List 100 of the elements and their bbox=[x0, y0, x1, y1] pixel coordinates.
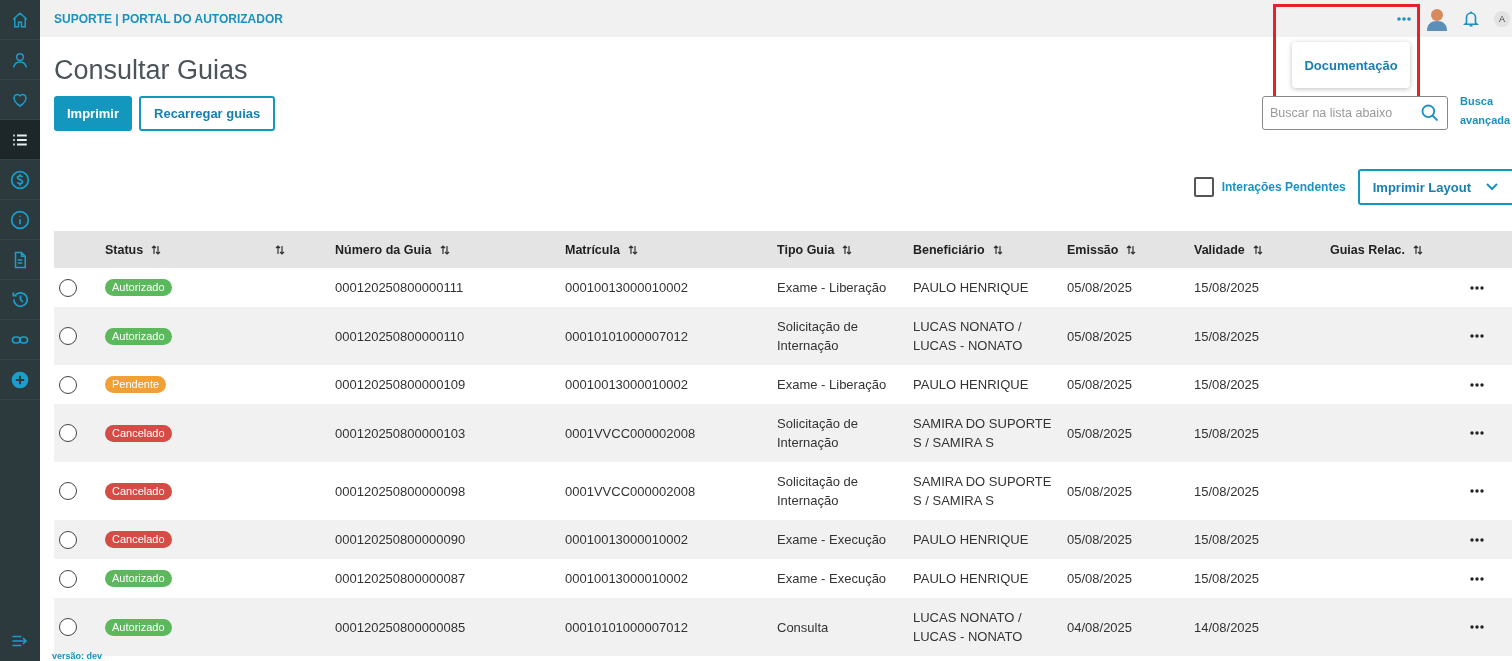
sort-icon[interactable] bbox=[151, 244, 162, 255]
more-icon[interactable] bbox=[1470, 382, 1484, 387]
chevron-down-icon bbox=[1485, 182, 1499, 192]
add-icon bbox=[10, 369, 30, 390]
table-cell-text: PAULO HENRIQUE bbox=[913, 570, 1029, 588]
table-cell-text: 05/08/2025 bbox=[1067, 482, 1133, 501]
column-header[interactable]: Guias Relac. bbox=[1330, 242, 1406, 257]
column-header[interactable]: Emissão bbox=[1067, 242, 1119, 257]
sort-icon[interactable] bbox=[1252, 244, 1263, 255]
table-cell-text: Exame - Liberação bbox=[777, 279, 887, 297]
table-cell-text: Exame - Execução bbox=[777, 531, 887, 549]
status-badge: Autorizado bbox=[105, 570, 172, 587]
table-cell-text: PAULO HENRIQUE bbox=[913, 531, 1029, 549]
more-icon[interactable] bbox=[1470, 489, 1484, 493]
sort-icon[interactable] bbox=[439, 244, 450, 255]
column-header[interactable]: Número da Guia bbox=[335, 242, 432, 257]
table-cell-text: LUCAS NONATO / LUCAS - NONATO bbox=[913, 609, 1024, 646]
sort-icon[interactable] bbox=[275, 244, 285, 255]
sidebar-item[interactable] bbox=[0, 120, 40, 160]
table-cell-text: 05/08/2025 bbox=[1067, 570, 1133, 588]
radio-button[interactable] bbox=[59, 424, 77, 442]
column-header[interactable]: Tipo Guia bbox=[777, 242, 835, 257]
status-badge: Cancelado bbox=[105, 531, 172, 548]
table-cell-text: 15/08/2025 bbox=[1194, 424, 1260, 443]
search-field[interactable]: Buscar na lista abaixo bbox=[1262, 96, 1448, 130]
column-header[interactable]: Matrícula bbox=[565, 242, 620, 257]
table-cell-text: 05/08/2025 bbox=[1067, 327, 1133, 346]
status-badge: Autorizado bbox=[105, 327, 172, 345]
table-cell-text: 000120250800000110 bbox=[335, 327, 465, 346]
table-cell-text: 04/08/2025 bbox=[1067, 618, 1133, 637]
table-cell-text: LUCAS NONATO / LUCAS - NONATO bbox=[913, 318, 1024, 355]
table-cell-text: 05/08/2025 bbox=[1067, 424, 1133, 443]
column-header[interactable]: Beneficiário bbox=[913, 242, 985, 257]
status-badge: Cancelado bbox=[105, 482, 172, 500]
table-cell-text: 000120250800000103 bbox=[335, 424, 466, 443]
table-cell-text: SAMIRA DO SUPORTE S / SAMIRA S bbox=[913, 415, 1053, 452]
table-cell-text: 000120250800000111 bbox=[335, 279, 464, 297]
more-icon[interactable] bbox=[1470, 431, 1484, 435]
table-cell-text: 00010101000007012 bbox=[565, 327, 688, 346]
user-avatar[interactable]: A bbox=[1494, 10, 1510, 27]
sort-icon[interactable] bbox=[1413, 244, 1424, 255]
dollar-icon bbox=[10, 169, 30, 190]
table-cell-text: 000120250800000090 bbox=[335, 531, 466, 549]
table-cell-text: 15/08/2025 bbox=[1194, 376, 1260, 394]
status-badge: Autorizado bbox=[105, 279, 172, 296]
menu-item[interactable]: Documentação bbox=[1304, 57, 1398, 73]
sort-icon[interactable] bbox=[627, 244, 638, 255]
radio-button[interactable] bbox=[59, 278, 77, 297]
more-icon[interactable] bbox=[1470, 334, 1484, 338]
more-icon[interactable] bbox=[1470, 285, 1484, 290]
advanced-search-link[interactable]: Busca avançada bbox=[1460, 92, 1512, 130]
radio-button[interactable] bbox=[59, 569, 77, 588]
radio-button[interactable] bbox=[59, 618, 77, 636]
table-cell-text: 15/08/2025 bbox=[1194, 531, 1260, 549]
checkbox-label[interactable]: Interações Pendentes bbox=[1221, 180, 1346, 194]
info-icon bbox=[10, 209, 30, 230]
table-cell-text: 05/08/2025 bbox=[1067, 376, 1133, 394]
table-cell-text: Solicitação de Internação bbox=[777, 415, 859, 452]
table-cell-text: 15/08/2025 bbox=[1194, 279, 1260, 297]
radio-button[interactable] bbox=[59, 482, 77, 500]
status-badge: Autorizado bbox=[105, 618, 172, 636]
table-cell-text: SAMIRA DO SUPORTE S / SAMIRA S bbox=[913, 473, 1053, 510]
table-cell-text: Solicitação de Internação bbox=[777, 318, 859, 355]
checkbox[interactable] bbox=[1193, 177, 1214, 197]
table-cell-text: PAULO HENRIQUE bbox=[913, 279, 1029, 297]
table-cell-text: PAULO HENRIQUE bbox=[913, 376, 1029, 394]
more-icon[interactable] bbox=[1470, 576, 1484, 581]
sort-icon[interactable] bbox=[992, 244, 1003, 255]
sort-icon[interactable] bbox=[842, 244, 853, 255]
sort-icon[interactable] bbox=[1126, 244, 1137, 255]
radio-button[interactable] bbox=[59, 375, 77, 394]
radio-button[interactable] bbox=[59, 530, 77, 549]
more-icon[interactable] bbox=[1470, 537, 1484, 542]
table-cell-text: Exame - Execução bbox=[777, 570, 887, 588]
reload-button[interactable]: Recarregar guias bbox=[139, 96, 276, 131]
layout-dropdown[interactable]: Imprimir Layout bbox=[1357, 169, 1512, 205]
table-cell-text: 05/08/2025 bbox=[1067, 279, 1133, 297]
column-header[interactable]: Validade bbox=[1194, 242, 1245, 257]
column-header[interactable]: Status bbox=[105, 242, 144, 257]
history-icon bbox=[10, 290, 30, 309]
table-cell-text: 15/08/2025 bbox=[1194, 327, 1260, 346]
table-cell-text: 00010101000007012 bbox=[565, 618, 688, 637]
collapse-menu-icon[interactable] bbox=[11, 633, 29, 649]
status-badge: Pendente bbox=[105, 376, 167, 393]
table-cell-text: 00010013000010002 bbox=[565, 279, 688, 297]
more-icon[interactable] bbox=[1470, 625, 1484, 629]
status-badge: Cancelado bbox=[105, 424, 172, 442]
table-cell-text: 000120250800000098 bbox=[335, 482, 466, 501]
table-cell-text: Solicitação de Internação bbox=[777, 473, 859, 510]
user-icon bbox=[11, 50, 29, 69]
table-cell-text: 05/08/2025 bbox=[1067, 531, 1133, 549]
table-cell-text: 000120250800000109 bbox=[335, 376, 466, 394]
avatar-icon[interactable] bbox=[1426, 6, 1448, 31]
table-cell-text: 000120250800000085 bbox=[335, 618, 466, 637]
radio-button[interactable] bbox=[59, 327, 77, 345]
table-cell-text: 000120250800000087 bbox=[335, 570, 466, 588]
search-icon[interactable] bbox=[1420, 103, 1440, 123]
table-cell-text: 15/08/2025 bbox=[1194, 482, 1260, 501]
table-cell-text: Consulta bbox=[777, 618, 829, 637]
table-cell-text: 00010013000010002 bbox=[565, 531, 688, 549]
